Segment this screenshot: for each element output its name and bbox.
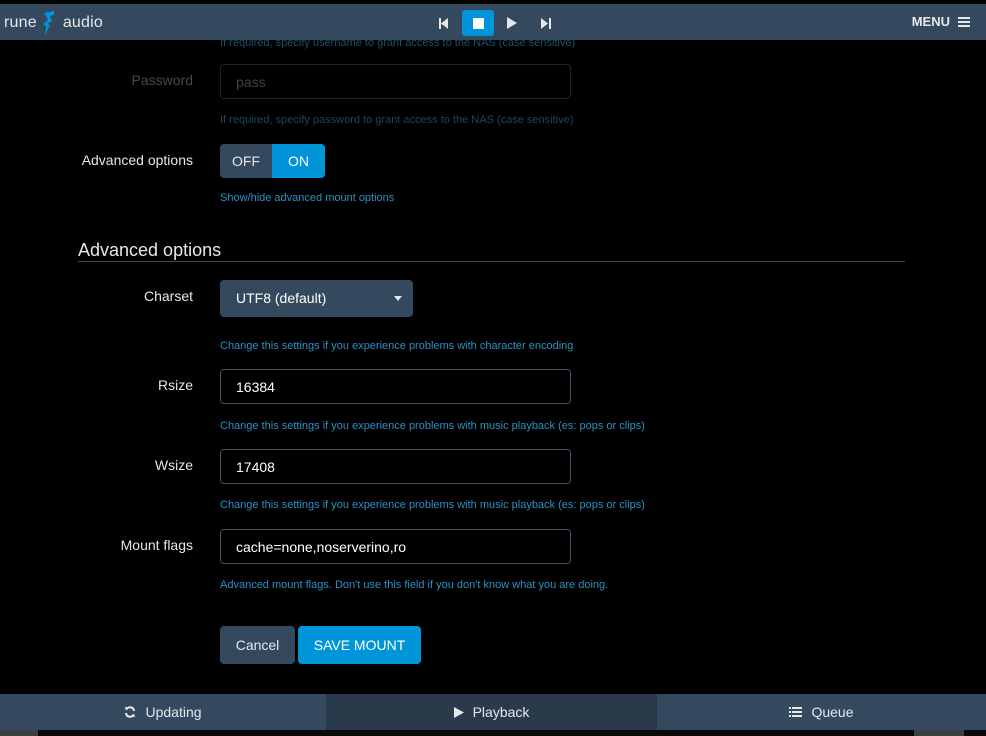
mount-flags-input[interactable]: cache=none,noserverino,ro <box>220 529 571 564</box>
play-button[interactable] <box>496 10 528 36</box>
rune-audio-logo[interactable]: rune audio <box>4 10 103 36</box>
previous-icon <box>439 17 448 29</box>
charset-select[interactable]: UTF8 (default) <box>220 280 413 317</box>
menu-label: MENU <box>911 14 950 29</box>
tab-updating[interactable]: Updating <box>0 694 326 730</box>
advanced-options-heading: Advanced options <box>78 240 222 260</box>
edge-segment <box>914 730 964 736</box>
charset-label: Charset <box>143 288 193 304</box>
play-icon <box>453 706 464 718</box>
tab-queue[interactable]: Queue <box>657 694 986 730</box>
username-help-text: If required, specify username to grant a… <box>220 37 576 49</box>
toggle-off-button[interactable]: OFF <box>220 144 272 178</box>
password-help-text: If required, specify password to grant a… <box>220 114 574 126</box>
tab-updating-label: Updating <box>145 704 202 720</box>
advanced-options-help-text: Show/hide advanced mount options <box>220 192 395 204</box>
edge-segment <box>0 730 38 736</box>
stop-icon <box>472 17 484 29</box>
refresh-icon <box>125 706 136 718</box>
logo-text-audio: audio <box>62 14 103 31</box>
tab-playback-label: Playback <box>472 704 530 720</box>
mount-flags-label: Mount flags <box>120 537 193 553</box>
password-input[interactable]: pass <box>220 64 571 99</box>
wsize-input[interactable]: 17408 <box>220 449 571 484</box>
toggle-on-button[interactable]: ON <box>272 144 325 178</box>
advanced-options-label: Advanced options <box>81 152 193 168</box>
window-bottom-edge <box>0 730 986 736</box>
cancel-button[interactable]: Cancel <box>220 626 295 664</box>
password-label: Password <box>131 72 193 88</box>
charset-help-text: Change this settings if you experience p… <box>220 340 574 352</box>
next-button[interactable] <box>530 10 562 36</box>
wsize-label: Wsize <box>154 457 193 473</box>
chevron-down-icon <box>394 296 402 301</box>
previous-button[interactable] <box>428 10 460 36</box>
section-divider <box>78 261 905 262</box>
tab-playback[interactable]: Playback <box>326 694 657 730</box>
hamburger-icon <box>958 16 970 27</box>
rsize-help-text: Change this settings if you experience p… <box>220 420 645 432</box>
advanced-options-toggle[interactable]: OFF ON <box>220 144 325 178</box>
stop-button[interactable] <box>462 10 494 36</box>
list-icon <box>789 707 803 717</box>
save-mount-button[interactable]: SAVE MOUNT <box>298 626 421 664</box>
play-icon <box>507 17 517 29</box>
wsize-help-text: Change this settings if you experience p… <box>220 499 645 511</box>
charset-selected-value: UTF8 (default) <box>236 290 327 306</box>
tab-queue-label: Queue <box>811 704 854 720</box>
rsize-input[interactable]: 16384 <box>220 369 571 404</box>
bottom-navbar: Updating Playback Queue <box>0 694 986 730</box>
mount-flags-help-text: Advanced mount flags. Don't use this fie… <box>220 579 609 591</box>
next-icon <box>541 17 551 29</box>
logo-text-rune: rune <box>4 14 37 31</box>
rune-logo-icon <box>42 11 54 35</box>
playback-controls <box>428 10 564 36</box>
rsize-label: Rsize <box>157 377 193 393</box>
top-navbar: rune audio MENU <box>0 4 986 40</box>
mount-settings-form: If required, specify username to grant a… <box>0 37 986 694</box>
menu-button[interactable]: MENU <box>912 14 970 29</box>
